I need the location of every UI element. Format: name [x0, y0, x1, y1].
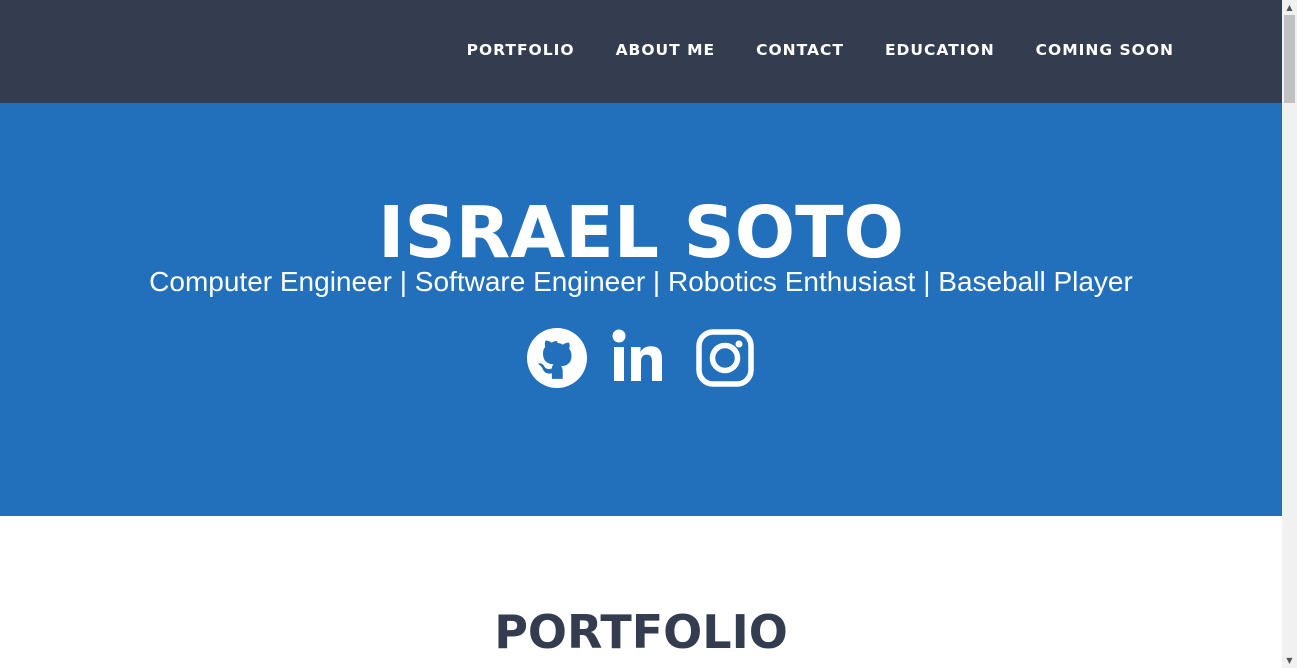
navbar: PORTFOLIO ABOUT ME CONTACT EDUCATION COM… [0, 0, 1282, 103]
hero-subtitle: Computer Engineer | Software Engineer | … [149, 266, 1133, 297]
portfolio-section: PORTFOLIO [0, 516, 1282, 668]
github-link[interactable] [526, 327, 588, 389]
scroll-down-arrow-icon[interactable]: ▼ [1282, 653, 1297, 668]
github-icon [527, 328, 587, 388]
vertical-scrollbar[interactable]: ▲ ▼ [1282, 0, 1297, 668]
scroll-up-arrow-icon[interactable]: ▲ [1282, 0, 1297, 15]
linkedin-link[interactable] [610, 327, 672, 389]
viewport: PORTFOLIO ABOUT ME CONTACT EDUCATION COM… [0, 0, 1282, 668]
linkedin-icon [612, 329, 662, 381]
nav-links: PORTFOLIO ABOUT ME CONTACT EDUCATION COM… [426, 0, 1174, 100]
scrollbar-thumb[interactable] [1284, 15, 1295, 103]
nav-link-education[interactable]: EDUCATION [885, 41, 995, 59]
instagram-link[interactable] [694, 327, 756, 389]
page: PORTFOLIO ABOUT ME CONTACT EDUCATION COM… [0, 0, 1297, 668]
portfolio-title: PORTFOLIO [494, 605, 788, 659]
nav-link-portfolio[interactable]: PORTFOLIO [467, 41, 575, 59]
nav-link-contact[interactable]: CONTACT [756, 41, 844, 59]
social-links [0, 327, 1282, 389]
nav-link-about-me[interactable]: ABOUT ME [616, 41, 716, 59]
instagram-icon [696, 329, 754, 387]
hero-section: ISRAEL SOTO Computer Engineer | Software… [0, 103, 1282, 516]
nav-link-coming-soon[interactable]: COMING SOON [1036, 41, 1174, 59]
